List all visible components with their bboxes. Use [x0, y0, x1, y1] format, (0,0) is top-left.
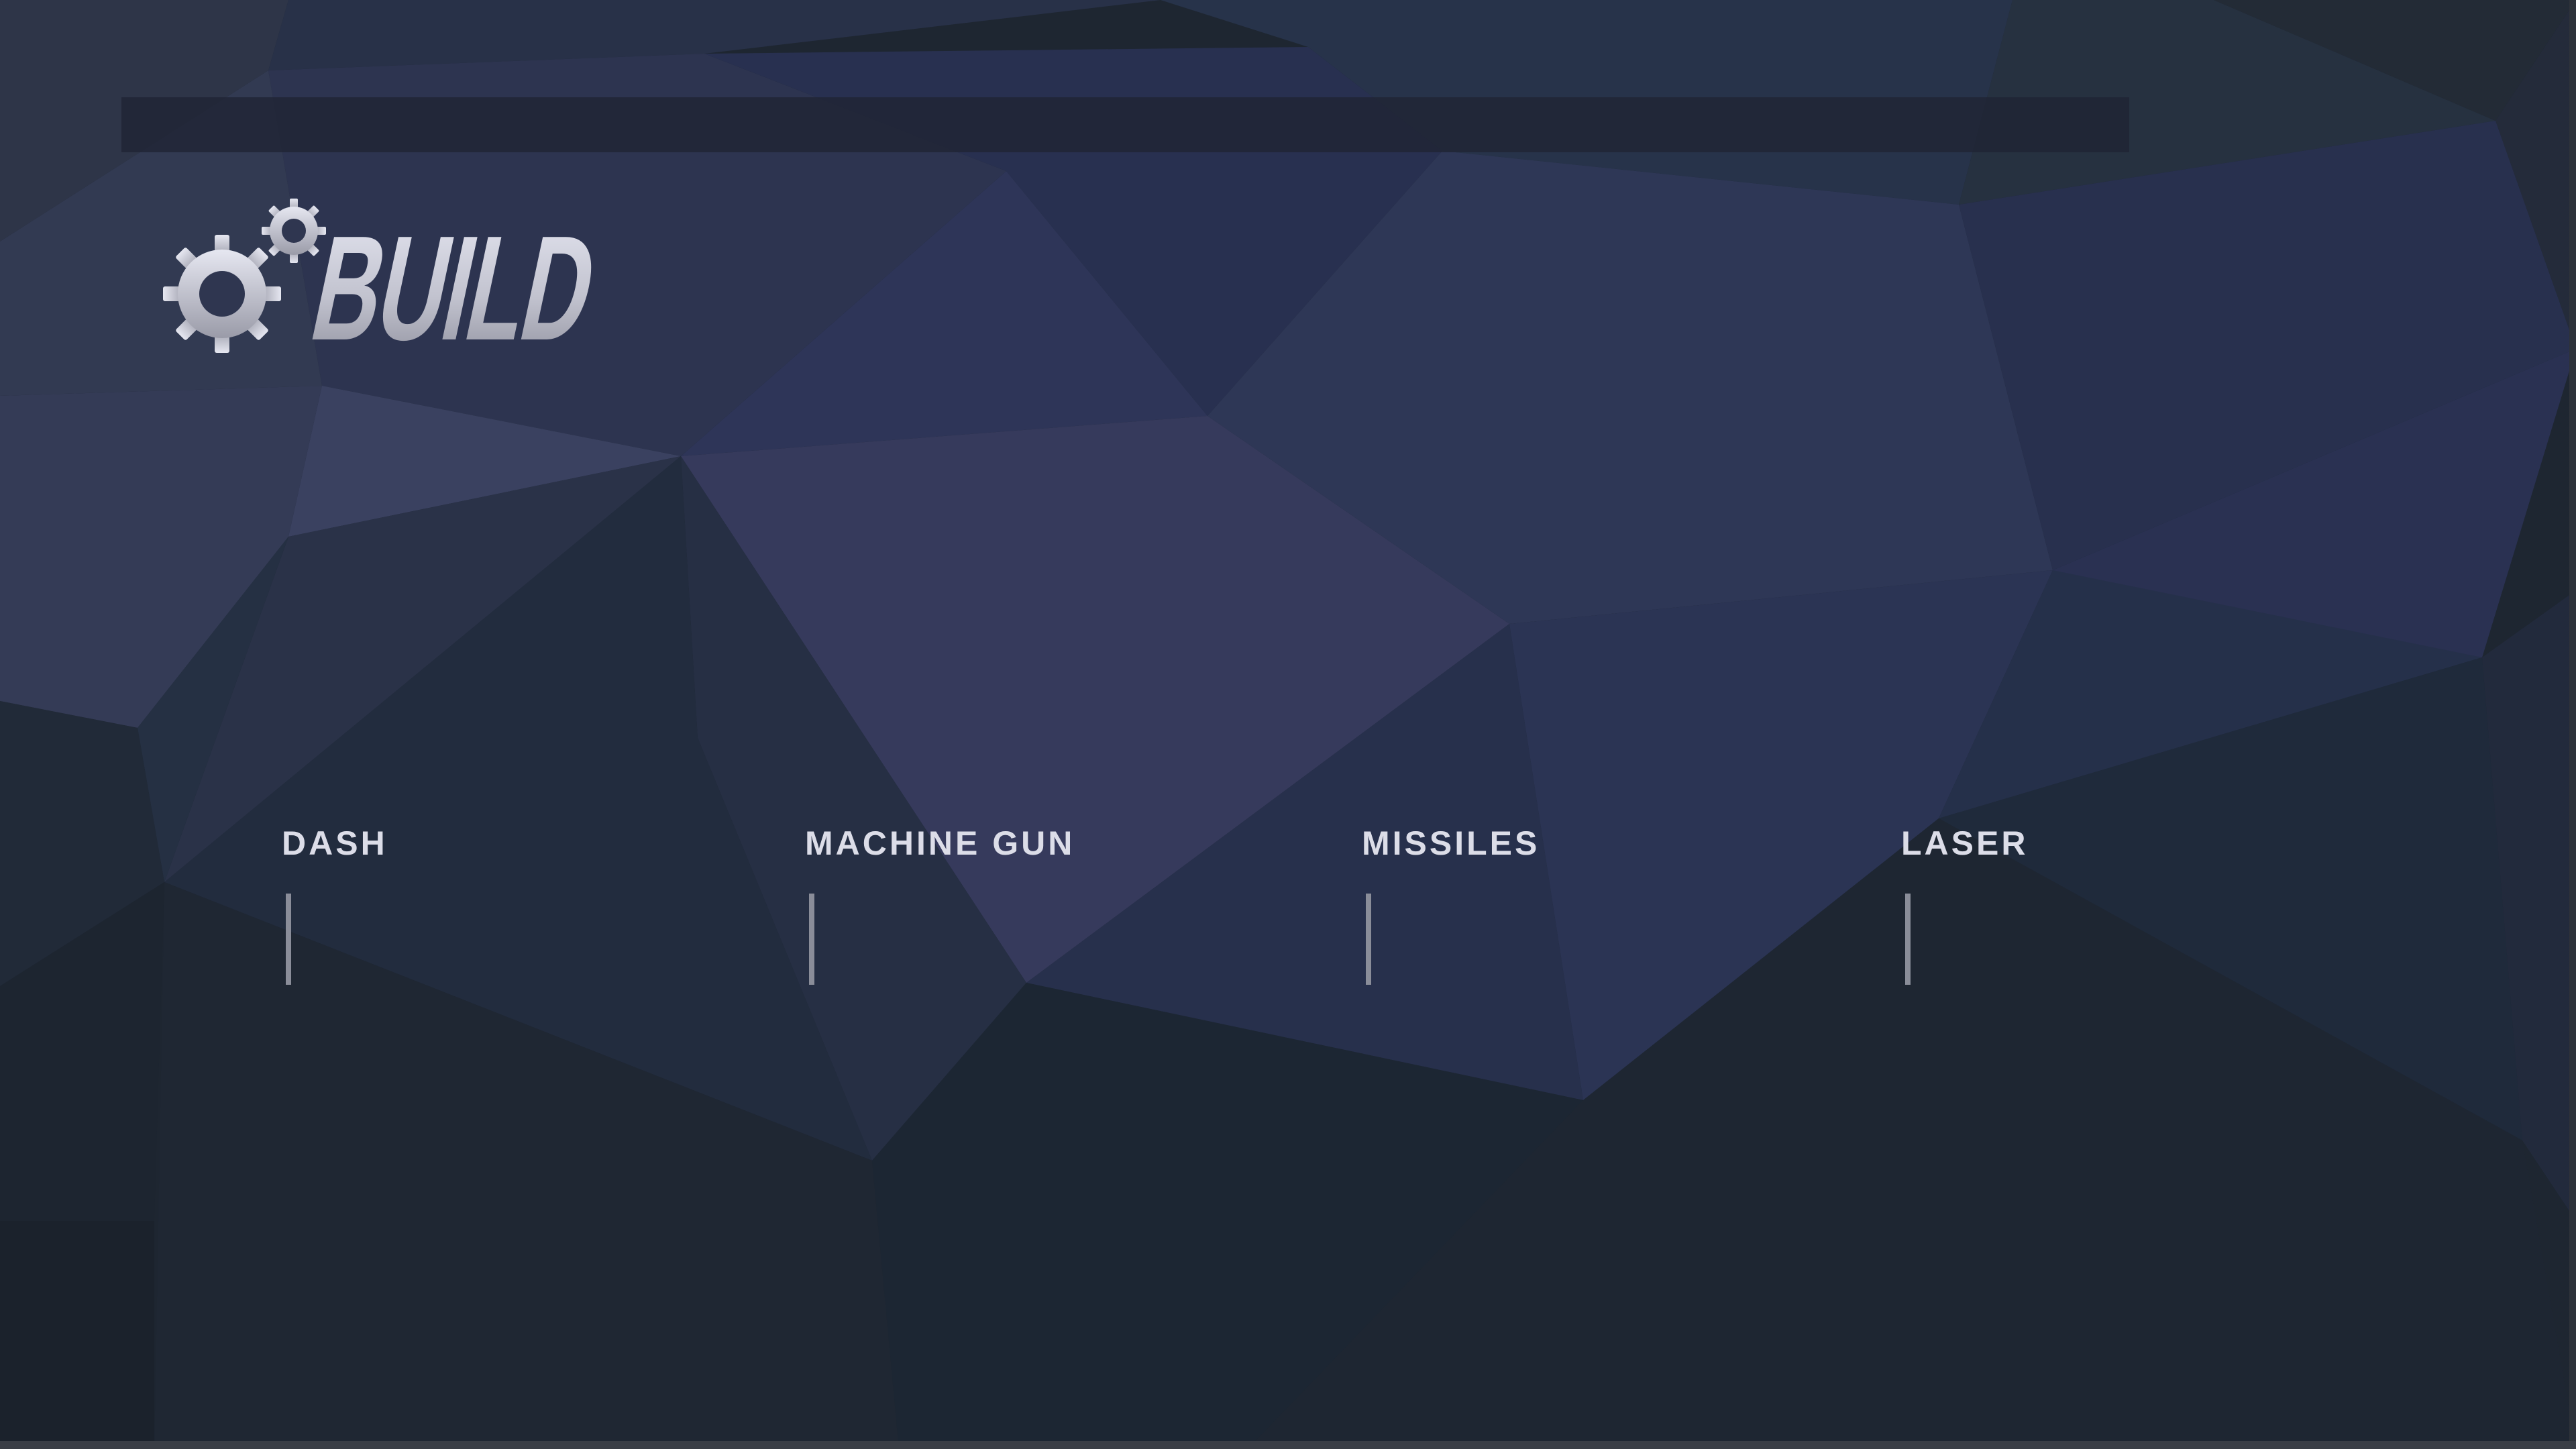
weapon-dash[interactable]: DASH [282, 824, 711, 998]
weapon-label: DASH [282, 824, 388, 862]
weapon-label: MISSILES [1362, 824, 1540, 862]
weapon-level-bar [1905, 894, 1911, 985]
weapon-machine-gun[interactable]: MACHINE GUN [805, 824, 1234, 998]
screen-header: BUILD [158, 192, 614, 372]
weapon-level-bar [1366, 894, 1371, 985]
weapon-missiles[interactable]: MISSILES [1362, 824, 1791, 998]
weapon-laser[interactable]: LASER [1901, 824, 2330, 998]
build-screen: BUILD DASH MACHINE GUN MISSILES LASER [0, 0, 2576, 1449]
right-border [2569, 0, 2576, 1449]
weapon-label: MACHINE GUN [805, 824, 1075, 862]
page-title: BUILD [299, 205, 608, 372]
weapon-level-bar [286, 894, 291, 985]
bottom-border [0, 1441, 2576, 1449]
weapon-label: LASER [1901, 824, 2029, 862]
top-status-bar [121, 97, 2129, 152]
weapon-level-bar [809, 894, 814, 985]
